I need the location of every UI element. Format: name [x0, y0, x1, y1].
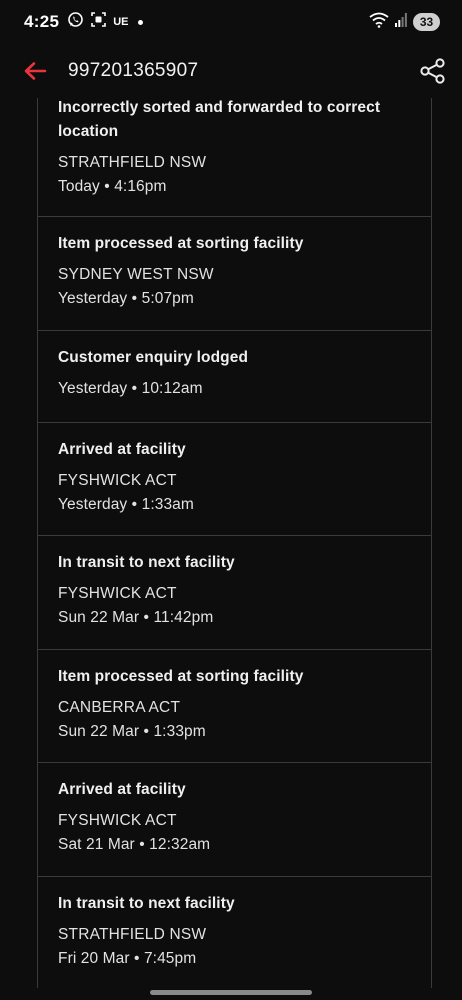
- screen-record-icon: [90, 11, 107, 33]
- tracking-event: Item processed at sorting facility CANBE…: [38, 650, 432, 763]
- status-right: 33: [369, 12, 440, 33]
- event-time: Today • 4:16pm: [58, 178, 167, 195]
- event-title: Item processed at sorting facility: [58, 235, 304, 252]
- event-title: Customer enquiry lodged: [58, 349, 249, 366]
- notification-dot-icon: [137, 19, 143, 25]
- event-title: Arrived at facility: [58, 781, 186, 798]
- tracking-event: Incorrectly sorted and forwarded to corr…: [38, 98, 432, 217]
- event-location: STRATHFIELD NSW: [58, 926, 207, 943]
- tracking-event: Arrived at facility FYSHWICK ACT Yesterd…: [38, 423, 432, 536]
- tracking-event: Item processed at sorting facility SYDNE…: [38, 217, 432, 331]
- event-location: FYSHWICK ACT: [58, 812, 177, 829]
- app-header: 997201365907: [0, 44, 462, 98]
- tracking-event: In transit to next facility FYSHWICK ACT…: [38, 536, 432, 650]
- event-location: SYDNEY WEST NSW: [58, 266, 214, 283]
- status-bar: 4:25 UE 33: [0, 0, 462, 44]
- tracking-event: Arrived at facility FYSHWICK ACT Sat 21 …: [38, 763, 432, 877]
- status-left: 4:25 UE: [24, 11, 143, 33]
- event-time: Sun 22 Mar • 11:42pm: [58, 609, 214, 626]
- event-location: FYSHWICK ACT: [58, 585, 177, 602]
- event-time: Fri 20 Mar • 7:45pm: [58, 950, 197, 967]
- wifi-icon: [369, 12, 389, 33]
- page-title: 997201365907: [68, 60, 199, 81]
- home-indicator[interactable]: [150, 990, 312, 995]
- event-time: Yesterday • 5:07pm: [58, 290, 194, 307]
- event-title: In transit to next facility: [58, 554, 235, 571]
- share-icon: [420, 58, 445, 84]
- event-time: Sat 21 Mar • 12:32am: [58, 836, 211, 853]
- whatsapp-icon: [67, 11, 84, 33]
- battery-icon: 33: [413, 13, 440, 31]
- event-location: STRATHFIELD NSW: [58, 154, 207, 171]
- tracking-timeline[interactable]: Incorrectly sorted and forwarded to corr…: [0, 98, 462, 988]
- event-title: Item processed at sorting facility: [58, 668, 304, 685]
- event-title: Arrived at facility: [58, 441, 186, 458]
- tracking-event: Customer enquiry lodged Yesterday • 10:1…: [38, 331, 432, 423]
- back-arrow-icon: [24, 62, 47, 80]
- carrier-text: UE: [113, 16, 129, 28]
- event-title: In transit to next facility: [58, 895, 235, 912]
- event-time: Yesterday • 1:33am: [58, 496, 194, 513]
- share-button[interactable]: [418, 56, 448, 86]
- tracking-event: In transit to next facility STRATHFIELD …: [38, 877, 432, 988]
- back-button[interactable]: [22, 58, 48, 84]
- event-title: Incorrectly sorted and forwarded to corr…: [58, 99, 381, 140]
- status-time: 4:25: [24, 12, 60, 31]
- event-time: Yesterday • 10:12am: [58, 380, 203, 397]
- event-time: Sun 22 Mar • 1:33pm: [58, 723, 206, 740]
- event-location: CANBERRA ACT: [58, 699, 181, 716]
- event-location: FYSHWICK ACT: [58, 472, 177, 489]
- signal-icon: [395, 12, 407, 32]
